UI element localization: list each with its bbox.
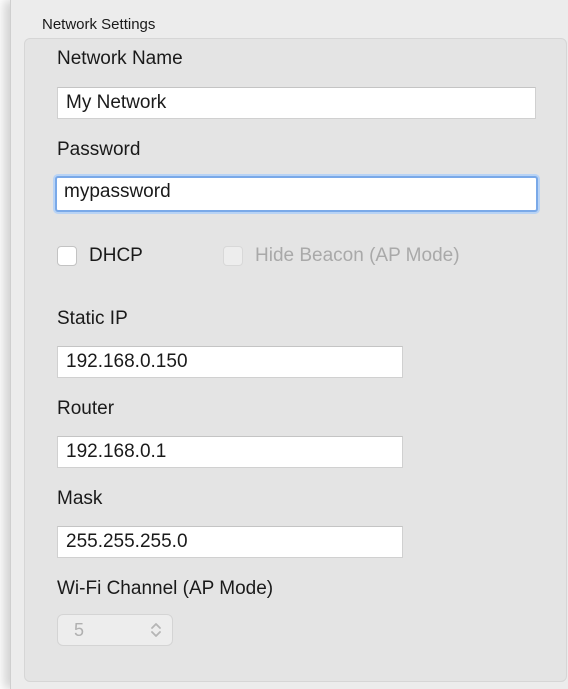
mask-label: Mask — [57, 488, 103, 509]
network-name-field[interactable]: My Network — [57, 87, 536, 119]
static-ip-label: Static IP — [57, 308, 128, 329]
password-label: Password — [57, 139, 141, 160]
dhcp-checkbox[interactable] — [57, 246, 77, 266]
network-name-label: Network Name — [57, 48, 183, 69]
router-field[interactable]: 192.168.0.1 — [57, 436, 403, 468]
up-down-chevron-icon — [151, 623, 161, 637]
dhcp-checkbox-row[interactable]: DHCP — [57, 245, 143, 267]
static-ip-field[interactable]: 192.168.0.150 — [57, 346, 403, 378]
hide-beacon-checkbox — [223, 246, 243, 266]
dhcp-label: DHCP — [89, 245, 143, 266]
wifi-channel-label: Wi-Fi Channel (AP Mode) — [57, 578, 274, 599]
settings-window: Network Settings Network Name My Network… — [10, 0, 568, 689]
group-title: Network Settings — [42, 16, 156, 33]
wifi-channel-value: 5 — [74, 619, 85, 640]
wifi-channel-popup: 5 — [57, 614, 173, 646]
router-label: Router — [57, 398, 115, 419]
mask-field[interactable]: 255.255.255.0 — [57, 526, 403, 558]
hide-beacon-label: Hide Beacon (AP Mode) — [255, 245, 460, 266]
hide-beacon-checkbox-row: Hide Beacon (AP Mode) — [223, 245, 460, 267]
password-field[interactable]: mypassword — [55, 176, 538, 212]
